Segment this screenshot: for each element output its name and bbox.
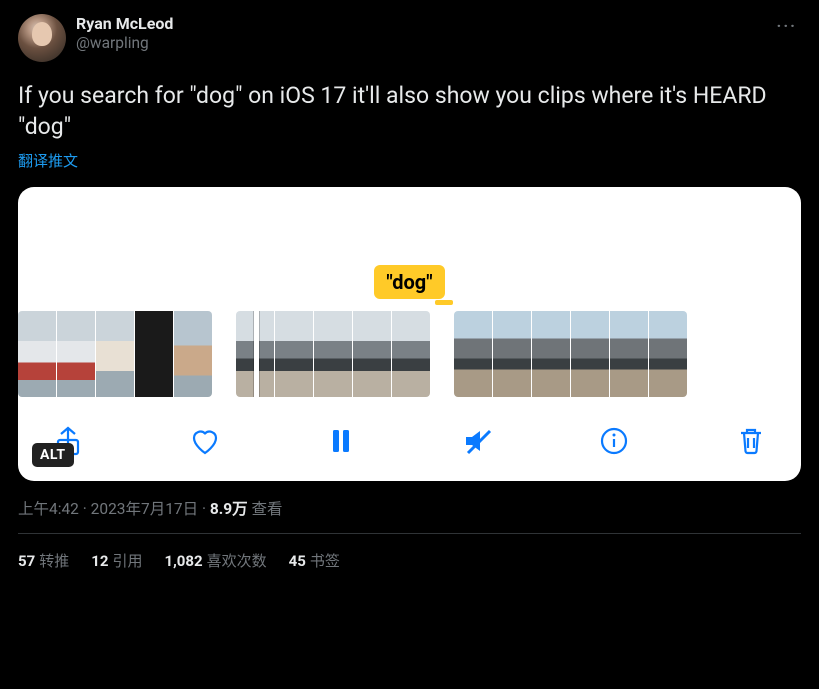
tweet-meta: 上午4:42 · 2023年7月17日 · 8.9万 查看 — [18, 497, 801, 534]
clip-group-3[interactable] — [454, 311, 687, 397]
playhead[interactable] — [254, 311, 259, 397]
clip-frame — [353, 311, 391, 397]
author-block[interactable]: Ryan McLeod @warpling — [76, 14, 173, 53]
clip-frame — [454, 311, 492, 397]
clip-frame — [314, 311, 352, 397]
search-term-tag: "dog" — [374, 265, 444, 299]
display-name: Ryan McLeod — [76, 14, 173, 34]
views-label: 查看 — [248, 500, 283, 518]
clip-frame — [392, 311, 430, 397]
clip-frame — [96, 311, 134, 397]
bookmarks-stat[interactable]: 45书签 — [289, 550, 340, 571]
tweet-text: If you search for "dog" on iOS 17 it'll … — [18, 80, 801, 142]
info-icon[interactable] — [592, 419, 636, 463]
clip-frame — [532, 311, 570, 397]
clip-frame — [649, 311, 687, 397]
clip-frame — [135, 311, 173, 397]
clip-frame — [174, 311, 212, 397]
translate-link[interactable]: 翻译推文 — [18, 150, 78, 171]
search-term-tag-wrap: "dog" — [18, 265, 801, 299]
media-card[interactable]: "dog" — [18, 187, 801, 481]
clip-frame — [571, 311, 609, 397]
clip-frame — [18, 311, 56, 397]
clip-group-2[interactable] — [236, 311, 430, 397]
tweet-date[interactable]: 2023年7月17日 — [91, 500, 198, 518]
likes-stat[interactable]: 1,082喜欢次数 — [164, 550, 266, 571]
clip-group-1[interactable] — [18, 311, 212, 397]
tweet-header: Ryan McLeod @warpling ··· — [18, 14, 801, 62]
tweet-time[interactable]: 上午4:42 — [18, 500, 79, 518]
trash-icon[interactable] — [729, 419, 773, 463]
tweet-container: Ryan McLeod @warpling ··· If you search … — [0, 0, 819, 571]
retweets-stat[interactable]: 57转推 — [18, 550, 69, 571]
clip-frame — [610, 311, 648, 397]
pause-icon[interactable] — [319, 419, 363, 463]
clip-frame — [57, 311, 95, 397]
media-whitespace — [18, 187, 801, 265]
handle: @warpling — [76, 34, 173, 53]
mute-icon[interactable] — [456, 419, 500, 463]
clip-frame — [275, 311, 313, 397]
quotes-stat[interactable]: 12引用 — [91, 550, 142, 571]
more-icon[interactable]: ··· — [773, 14, 801, 37]
views-count: 8.9万 — [210, 500, 248, 518]
video-timeline[interactable] — [18, 307, 801, 397]
media-toolbar — [18, 397, 801, 469]
heart-icon[interactable] — [183, 419, 227, 463]
tweet-stats: 57转推 12引用 1,082喜欢次数 45书签 — [18, 534, 801, 571]
alt-badge[interactable]: ALT — [32, 443, 74, 467]
clip-frame — [493, 311, 531, 397]
avatar[interactable] — [18, 14, 66, 62]
